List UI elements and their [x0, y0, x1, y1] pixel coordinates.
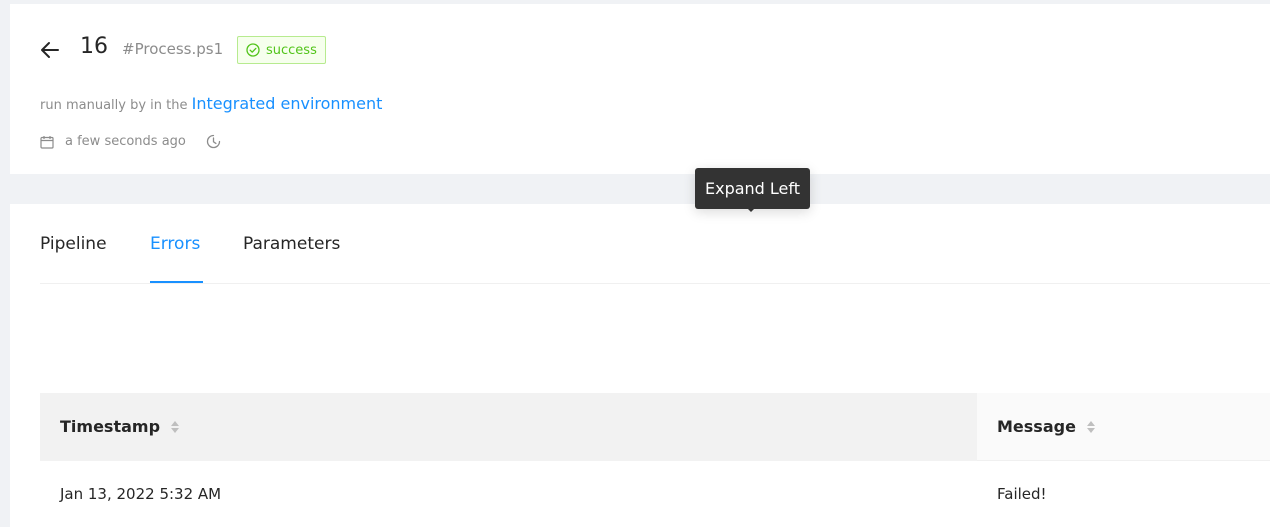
check-circle-icon [246, 43, 260, 57]
active-tab-indicator [150, 281, 203, 283]
trigger-text: run manually by in the [40, 98, 188, 113]
calendar-icon [40, 135, 54, 149]
tab-pipeline[interactable]: Pipeline [40, 234, 107, 254]
tooltip-arrow [746, 207, 756, 212]
back-button[interactable] [38, 38, 62, 62]
run-number: 16 [80, 34, 108, 59]
status-label: success [266, 42, 317, 58]
table-header: Timestamp Message [40, 393, 1270, 461]
environment-link[interactable]: Integrated environment [192, 94, 383, 113]
run-details-panel: Pipeline Errors Parameters Timestamp Mes… [10, 204, 1270, 527]
cell-message: Failed! [997, 485, 1047, 503]
run-header: 16 #Process.ps1 success run manually by … [10, 4, 1270, 174]
sort-icon[interactable] [1086, 419, 1096, 435]
tooltip: Expand Left [695, 168, 811, 209]
column-header-timestamp[interactable]: Timestamp [60, 417, 180, 436]
run-time-text: a few seconds ago [65, 134, 186, 149]
clock-icon [206, 134, 221, 149]
pipeline-name: #Process.ps1 [122, 40, 224, 58]
column-header-message[interactable]: Message [997, 417, 1096, 436]
run-time-row: a few seconds ago [40, 134, 221, 149]
tab-parameters[interactable]: Parameters [243, 234, 340, 254]
status-badge: success [237, 36, 326, 64]
run-trigger-info: run manually by in the Integrated enviro… [40, 94, 382, 113]
tab-errors[interactable]: Errors [150, 234, 200, 254]
errors-table: Timestamp Message Jan 13, 2022 5:32 AM F… [40, 393, 1270, 527]
table-row[interactable]: Jan 13, 2022 5:32 AM Failed! [40, 461, 1270, 527]
arrow-left-icon [41, 42, 59, 58]
tab-bar: Pipeline Errors Parameters [40, 204, 1270, 284]
cell-timestamp: Jan 13, 2022 5:32 AM [60, 485, 222, 503]
sort-icon[interactable] [170, 419, 180, 435]
